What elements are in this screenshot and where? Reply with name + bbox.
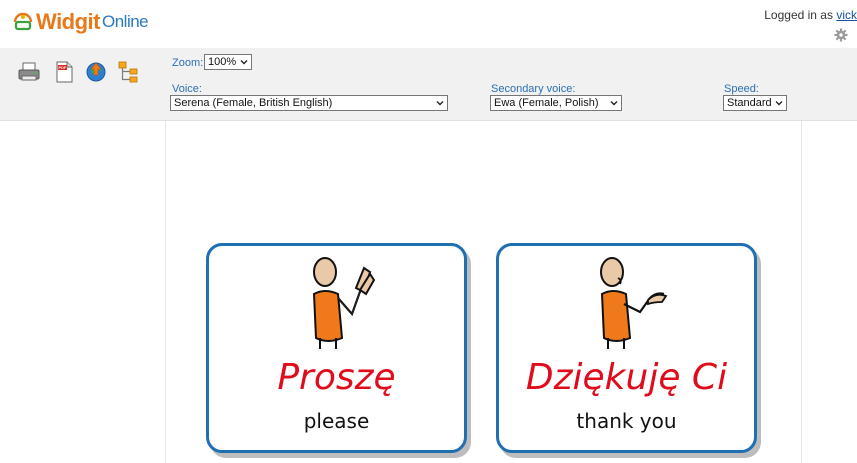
card-word: Proszę: [277, 357, 396, 398]
voice-select[interactable]: Serena (Female, British English): [170, 95, 448, 111]
zoom-select-value: 100%: [208, 56, 237, 68]
svg-text:PDF: PDF: [59, 65, 68, 70]
zoom-select[interactable]: 100%: [204, 54, 252, 70]
chevron-down-icon: [775, 101, 783, 106]
symbol-card[interactable]: Proszę please: [206, 243, 467, 453]
voice-select-value: Serena (Female, British English): [174, 97, 333, 109]
publish-globe-icon[interactable]: [84, 60, 108, 84]
thank-you-symbol-icon: [599, 257, 667, 349]
speed-select-value: Standard: [727, 97, 772, 109]
card-gloss: thank you: [576, 409, 677, 433]
voice-label: Voice:: [172, 83, 202, 95]
print-icon[interactable]: [17, 60, 41, 84]
secondary-voice-label: Secondary voice:: [491, 83, 576, 95]
header-bar: Widgit Online Logged in as vick: [0, 0, 857, 48]
zoom-label: Zoom:: [172, 57, 204, 69]
chevron-down-icon: [436, 101, 444, 106]
settings-gear-icon[interactable]: [834, 28, 848, 42]
structure-icon[interactable]: [117, 60, 141, 84]
card-gloss: please: [303, 409, 370, 433]
speed-select[interactable]: Standard: [723, 95, 787, 111]
speed-label: Speed:: [724, 83, 759, 95]
please-symbol-icon: [312, 257, 375, 349]
logo-icon: [13, 12, 33, 31]
chevron-down-icon: [240, 60, 248, 65]
symbol-card[interactable]: Dziękuję Ci thank you: [496, 243, 757, 453]
card-word: Dziękuję Ci: [525, 357, 728, 398]
pdf-icon[interactable]: PDF: [52, 60, 76, 84]
logo-suffix-text: Online: [102, 12, 149, 31]
login-prefix: Logged in as: [764, 8, 833, 22]
toolbar: PDF Zoom: 100% Voice: Serena (Female, Br…: [0, 48, 857, 121]
chevron-down-icon: [610, 101, 618, 106]
secondary-voice-select-value: Ewa (Female, Polish): [494, 97, 599, 109]
widgit-logo[interactable]: Widgit Online: [12, 8, 149, 36]
login-status: Logged in as vick: [764, 8, 857, 22]
username-link[interactable]: vick: [836, 8, 857, 22]
secondary-voice-select[interactable]: Ewa (Female, Polish): [490, 95, 622, 111]
logo-brand-text: Widgit: [36, 9, 101, 34]
